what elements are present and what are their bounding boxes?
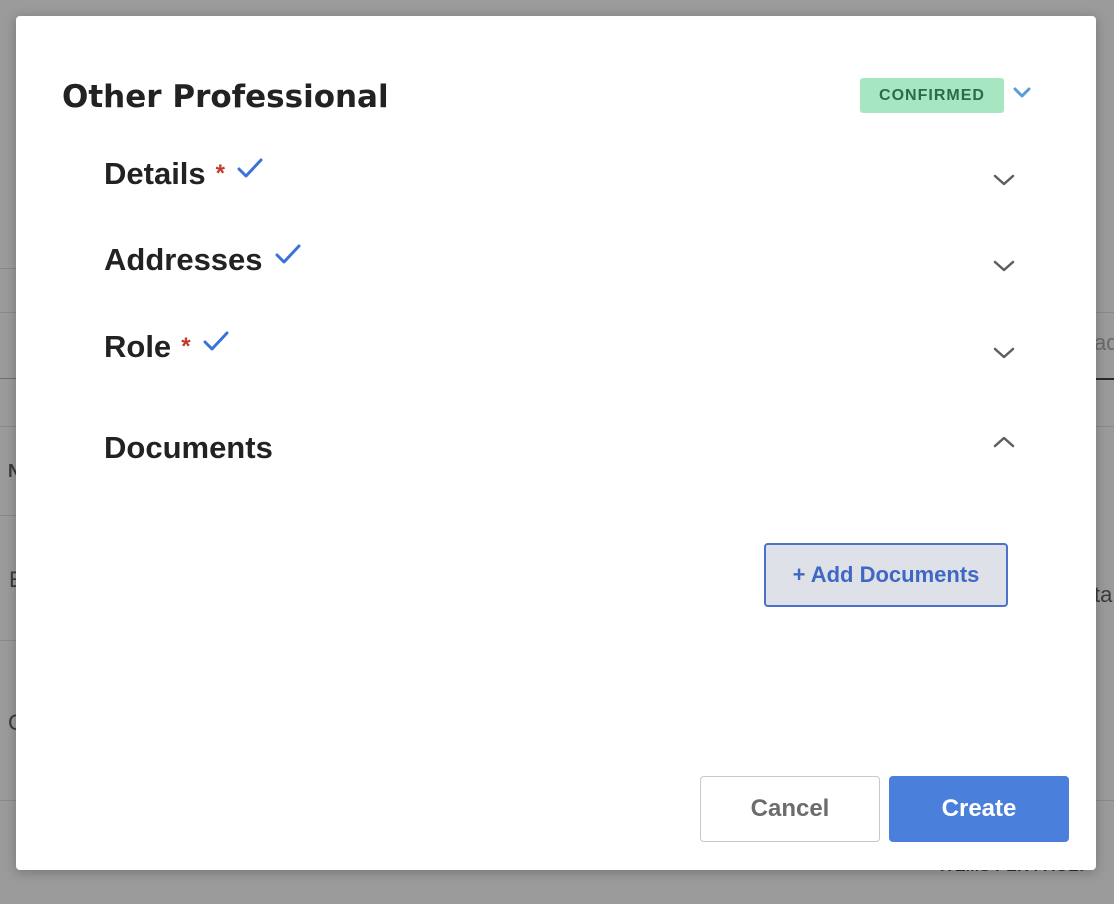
section-label: Role <box>104 329 172 364</box>
chevron-up-icon[interactable] <box>992 434 1016 450</box>
section-role-header[interactable]: Role * <box>104 327 229 367</box>
required-marker: * <box>215 160 226 187</box>
section-documents-header[interactable]: Documents <box>104 428 273 468</box>
background-divider <box>1096 312 1114 313</box>
check-icon <box>237 158 263 178</box>
background-divider <box>1096 426 1114 427</box>
section-details-header[interactable]: Details * <box>104 154 263 194</box>
section-label: Details <box>104 156 206 191</box>
create-button[interactable]: Create <box>889 776 1069 842</box>
background-text-fragment: ta <box>1094 582 1113 607</box>
chevron-down-icon[interactable] <box>992 258 1016 274</box>
background-text-fragment: ad <box>1094 330 1114 355</box>
section-label: Documents <box>104 430 273 465</box>
background-divider <box>0 312 16 313</box>
other-professional-dialog: Other Professional CONFIRMED Details * A… <box>16 16 1096 870</box>
check-icon <box>203 331 229 351</box>
background-divider <box>1096 800 1114 801</box>
dialog-title: Other Professional <box>62 79 389 115</box>
section-documents[interactable]: Documents <box>104 428 1016 478</box>
section-addresses[interactable]: Addresses <box>104 240 1016 290</box>
background-divider <box>1096 378 1114 380</box>
status-badge: CONFIRMED <box>860 78 1004 113</box>
section-details[interactable]: Details * <box>104 154 1016 204</box>
background-divider <box>0 378 16 379</box>
required-marker: * <box>181 333 191 360</box>
background-divider <box>0 268 16 269</box>
section-addresses-header[interactable]: Addresses <box>104 240 301 280</box>
status-dropdown-chevron-icon[interactable] <box>1012 84 1032 102</box>
add-documents-button[interactable]: + Add Documents <box>764 543 1008 607</box>
background-divider <box>0 515 16 516</box>
background-divider <box>0 426 16 427</box>
chevron-down-icon[interactable] <box>992 345 1016 361</box>
background-divider <box>0 640 16 641</box>
section-role[interactable]: Role * <box>104 327 1016 377</box>
background-divider <box>0 800 16 801</box>
check-icon <box>275 244 301 264</box>
chevron-down-icon[interactable] <box>992 172 1016 188</box>
section-label: Addresses <box>104 242 263 277</box>
cancel-button[interactable]: Cancel <box>700 776 880 842</box>
